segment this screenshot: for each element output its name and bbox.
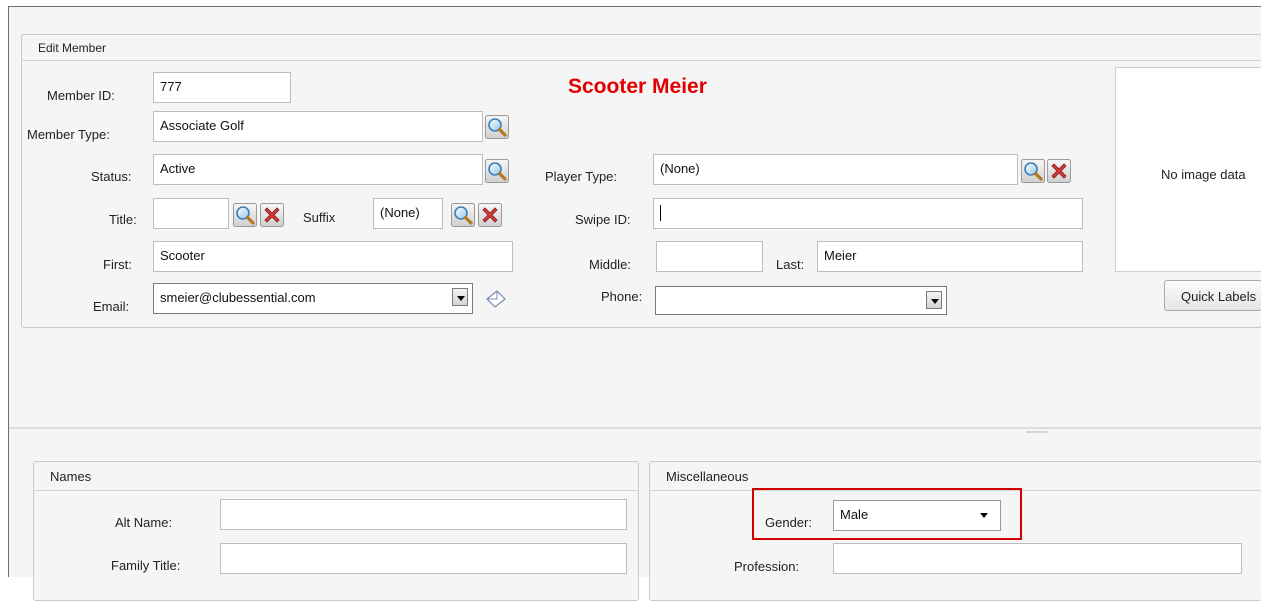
email-combo[interactable]: smeier@clubessential.com <box>153 283 473 314</box>
suffix-label: Suffix <box>303 210 336 225</box>
last-name-field[interactable]: Meier <box>817 241 1083 272</box>
player-type-lookup-icon[interactable] <box>1021 159 1045 183</box>
edit-member-group-title: Edit Member <box>38 41 107 55</box>
family-title-label: Family Title: <box>111 558 181 573</box>
first-name-field[interactable]: Scooter <box>153 241 513 272</box>
names-group: Names <box>33 461 639 601</box>
family-title-field[interactable] <box>220 543 627 574</box>
member-id-field[interactable]: 777 <box>153 72 291 103</box>
middle-name-label: Middle: <box>589 257 631 272</box>
member-type-label: Member Type: <box>27 127 110 142</box>
title-clear-icon[interactable] <box>260 203 284 227</box>
splitter-grip[interactable] <box>1026 431 1048 433</box>
quick-labels-button[interactable]: Quick Labels <box>1164 280 1261 311</box>
member-window: Edit Member Scooter Meier Member ID: 777… <box>8 6 1261 601</box>
player-type-clear-icon[interactable] <box>1047 159 1071 183</box>
member-name-heading: Scooter Meier <box>568 75 707 98</box>
names-group-title: Names <box>50 469 92 484</box>
email-combo-value: smeier@clubessential.com <box>160 290 316 305</box>
profession-field[interactable] <box>833 543 1242 574</box>
phone-dropdown-button[interactable] <box>926 291 942 309</box>
group-divider <box>22 60 1261 61</box>
profession-label: Profession: <box>734 559 800 574</box>
member-type-lookup-icon[interactable] <box>485 115 509 139</box>
alt-name-field[interactable] <box>220 499 627 530</box>
swipe-id-label: Swipe ID: <box>575 212 631 227</box>
panel-splitter[interactable] <box>9 427 1261 429</box>
miscellaneous-group-title: Miscellaneous <box>666 469 749 484</box>
title-field[interactable] <box>153 198 229 229</box>
title-label: Title: <box>109 212 137 227</box>
phone-label: Phone: <box>601 289 643 304</box>
phone-combo[interactable] <box>655 286 947 315</box>
member-id-label: Member ID: <box>47 88 115 103</box>
suffix-clear-icon[interactable] <box>478 203 502 227</box>
gender-highlight-box <box>752 488 1022 540</box>
status-lookup-icon[interactable] <box>485 159 509 183</box>
email-label: Email: <box>93 299 130 314</box>
group-divider <box>34 490 638 491</box>
status-label: Status: <box>91 169 132 184</box>
title-lookup-icon[interactable] <box>233 203 257 227</box>
alt-name-label: Alt Name: <box>115 515 173 530</box>
envelope-icon[interactable] <box>484 287 508 311</box>
middle-name-field[interactable] <box>656 241 763 272</box>
player-type-label: Player Type: <box>545 169 618 184</box>
member-photo-box: No image data <box>1115 67 1261 272</box>
email-dropdown-button[interactable] <box>452 288 468 306</box>
status-field[interactable]: Active <box>153 154 483 185</box>
swipe-id-field[interactable] <box>653 198 1083 229</box>
suffix-field[interactable]: (None) <box>373 198 443 229</box>
suffix-lookup-icon[interactable] <box>451 203 475 227</box>
member-type-field[interactable]: Associate Golf <box>153 111 483 142</box>
player-type-field[interactable]: (None) <box>653 154 1018 185</box>
first-name-label: First: <box>103 257 132 272</box>
no-image-text: No image data <box>1161 167 1246 182</box>
last-name-label: Last: <box>776 257 805 272</box>
